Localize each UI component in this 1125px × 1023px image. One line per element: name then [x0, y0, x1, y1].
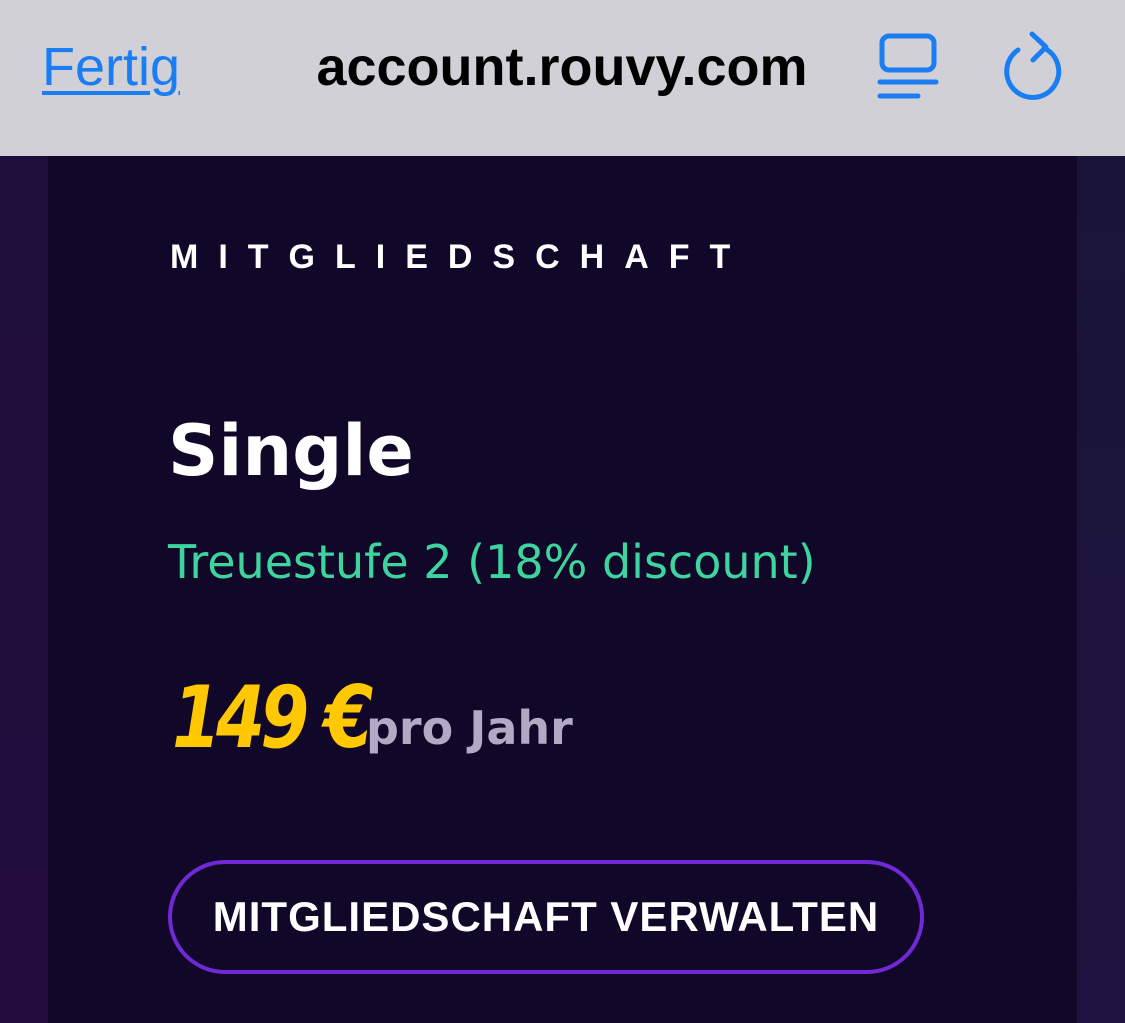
page-background-left [0, 156, 48, 1023]
manage-membership-button[interactable]: MITGLIEDSCHAFT VERWALTEN [168, 860, 924, 974]
done-button[interactable]: Fertig [42, 34, 180, 100]
page-background-right [1077, 156, 1125, 1023]
url-address[interactable]: account.rouvy.com [250, 34, 874, 100]
manage-membership-label: MITGLIEDSCHAFT VERWALTEN [212, 893, 880, 940]
reader-mode-icon[interactable] [876, 32, 940, 102]
browser-toolbar: Fertig account.rouvy.com [0, 0, 1125, 156]
price-period: pro Jahr [366, 701, 573, 755]
plan-name: Single [168, 410, 414, 492]
section-title: MITGLIEDSCHAFT [170, 238, 751, 276]
price-value: 149 € [172, 668, 373, 768]
reload-icon[interactable] [1002, 30, 1068, 104]
loyalty-level: Treuestufe 2 (18% discount) [168, 535, 816, 589]
